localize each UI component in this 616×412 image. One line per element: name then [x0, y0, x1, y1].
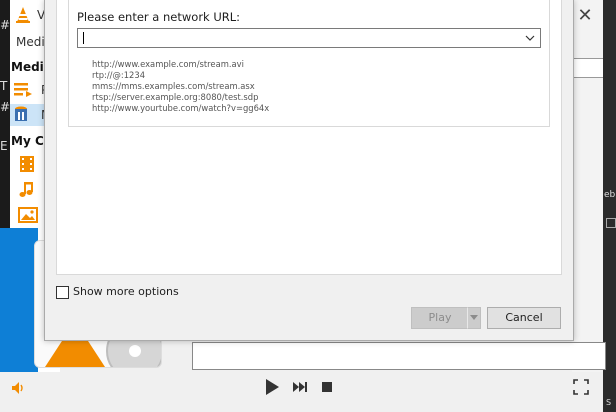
chevron-down-icon: [470, 315, 478, 320]
url-example: mms://mms.examples.com/stream.asx: [92, 81, 255, 91]
right-edge-text: S: [606, 398, 612, 407]
stop-icon[interactable]: [321, 381, 333, 393]
play-icon[interactable]: [264, 378, 280, 396]
network-protocol-group: Please enter a network URL: http://www.e…: [68, 0, 550, 127]
url-examples: http://www.example.com/stream.avi rtp://…: [92, 59, 269, 114]
cancel-button[interactable]: Cancel: [487, 307, 561, 329]
network-tab-panel: Please enter a network URL: http://www.e…: [56, 0, 562, 275]
show-more-options-label[interactable]: Show more options: [73, 285, 179, 298]
close-icon[interactable]: ✕: [575, 6, 595, 26]
right-edge-box: [606, 218, 616, 228]
open-media-dialog: Please enter a network URL: http://www.e…: [44, 0, 574, 341]
vlc-cone-icon: [16, 7, 30, 23]
show-more-options-checkbox[interactable]: [56, 286, 69, 299]
left-edge-text: #: [0, 18, 11, 32]
volume-icon[interactable]: [11, 381, 25, 395]
music-folder-icon[interactable]: [18, 180, 36, 198]
playlist-area: [192, 342, 606, 370]
control-bar: [0, 372, 603, 412]
playlist-icon[interactable]: [14, 81, 32, 97]
chevron-down-icon[interactable]: [520, 29, 540, 47]
play-dropdown-button[interactable]: [467, 307, 481, 329]
url-example: http://www.yourtube.com/watch?v=gg64x: [92, 103, 270, 113]
left-edge-text: #: [0, 100, 11, 114]
url-example: http://www.example.com/stream.avi: [92, 59, 244, 69]
network-url-input[interactable]: [78, 29, 518, 47]
network-url-combobox[interactable]: [77, 28, 541, 48]
fullscreen-icon[interactable]: [573, 379, 589, 395]
pictures-folder-icon[interactable]: [18, 207, 38, 223]
play-button[interactable]: Play: [411, 307, 469, 329]
text-caret: [83, 32, 84, 44]
next-icon[interactable]: [292, 380, 308, 394]
menu-media[interactable]: Medi: [16, 35, 45, 49]
left-edge-text: E: [0, 139, 8, 153]
url-example: rtsp://server.example.org:8080/test.sdp: [92, 92, 259, 102]
left-edge-text: T: [0, 79, 8, 93]
desktop-blue-area: [0, 228, 38, 378]
url-example: rtp://@:1234: [92, 70, 146, 80]
network-url-label: Please enter a network URL:: [77, 10, 241, 24]
video-folder-icon[interactable]: [18, 155, 36, 173]
media-library-icon[interactable]: [14, 106, 32, 124]
right-edge-text: eb: [604, 190, 616, 200]
